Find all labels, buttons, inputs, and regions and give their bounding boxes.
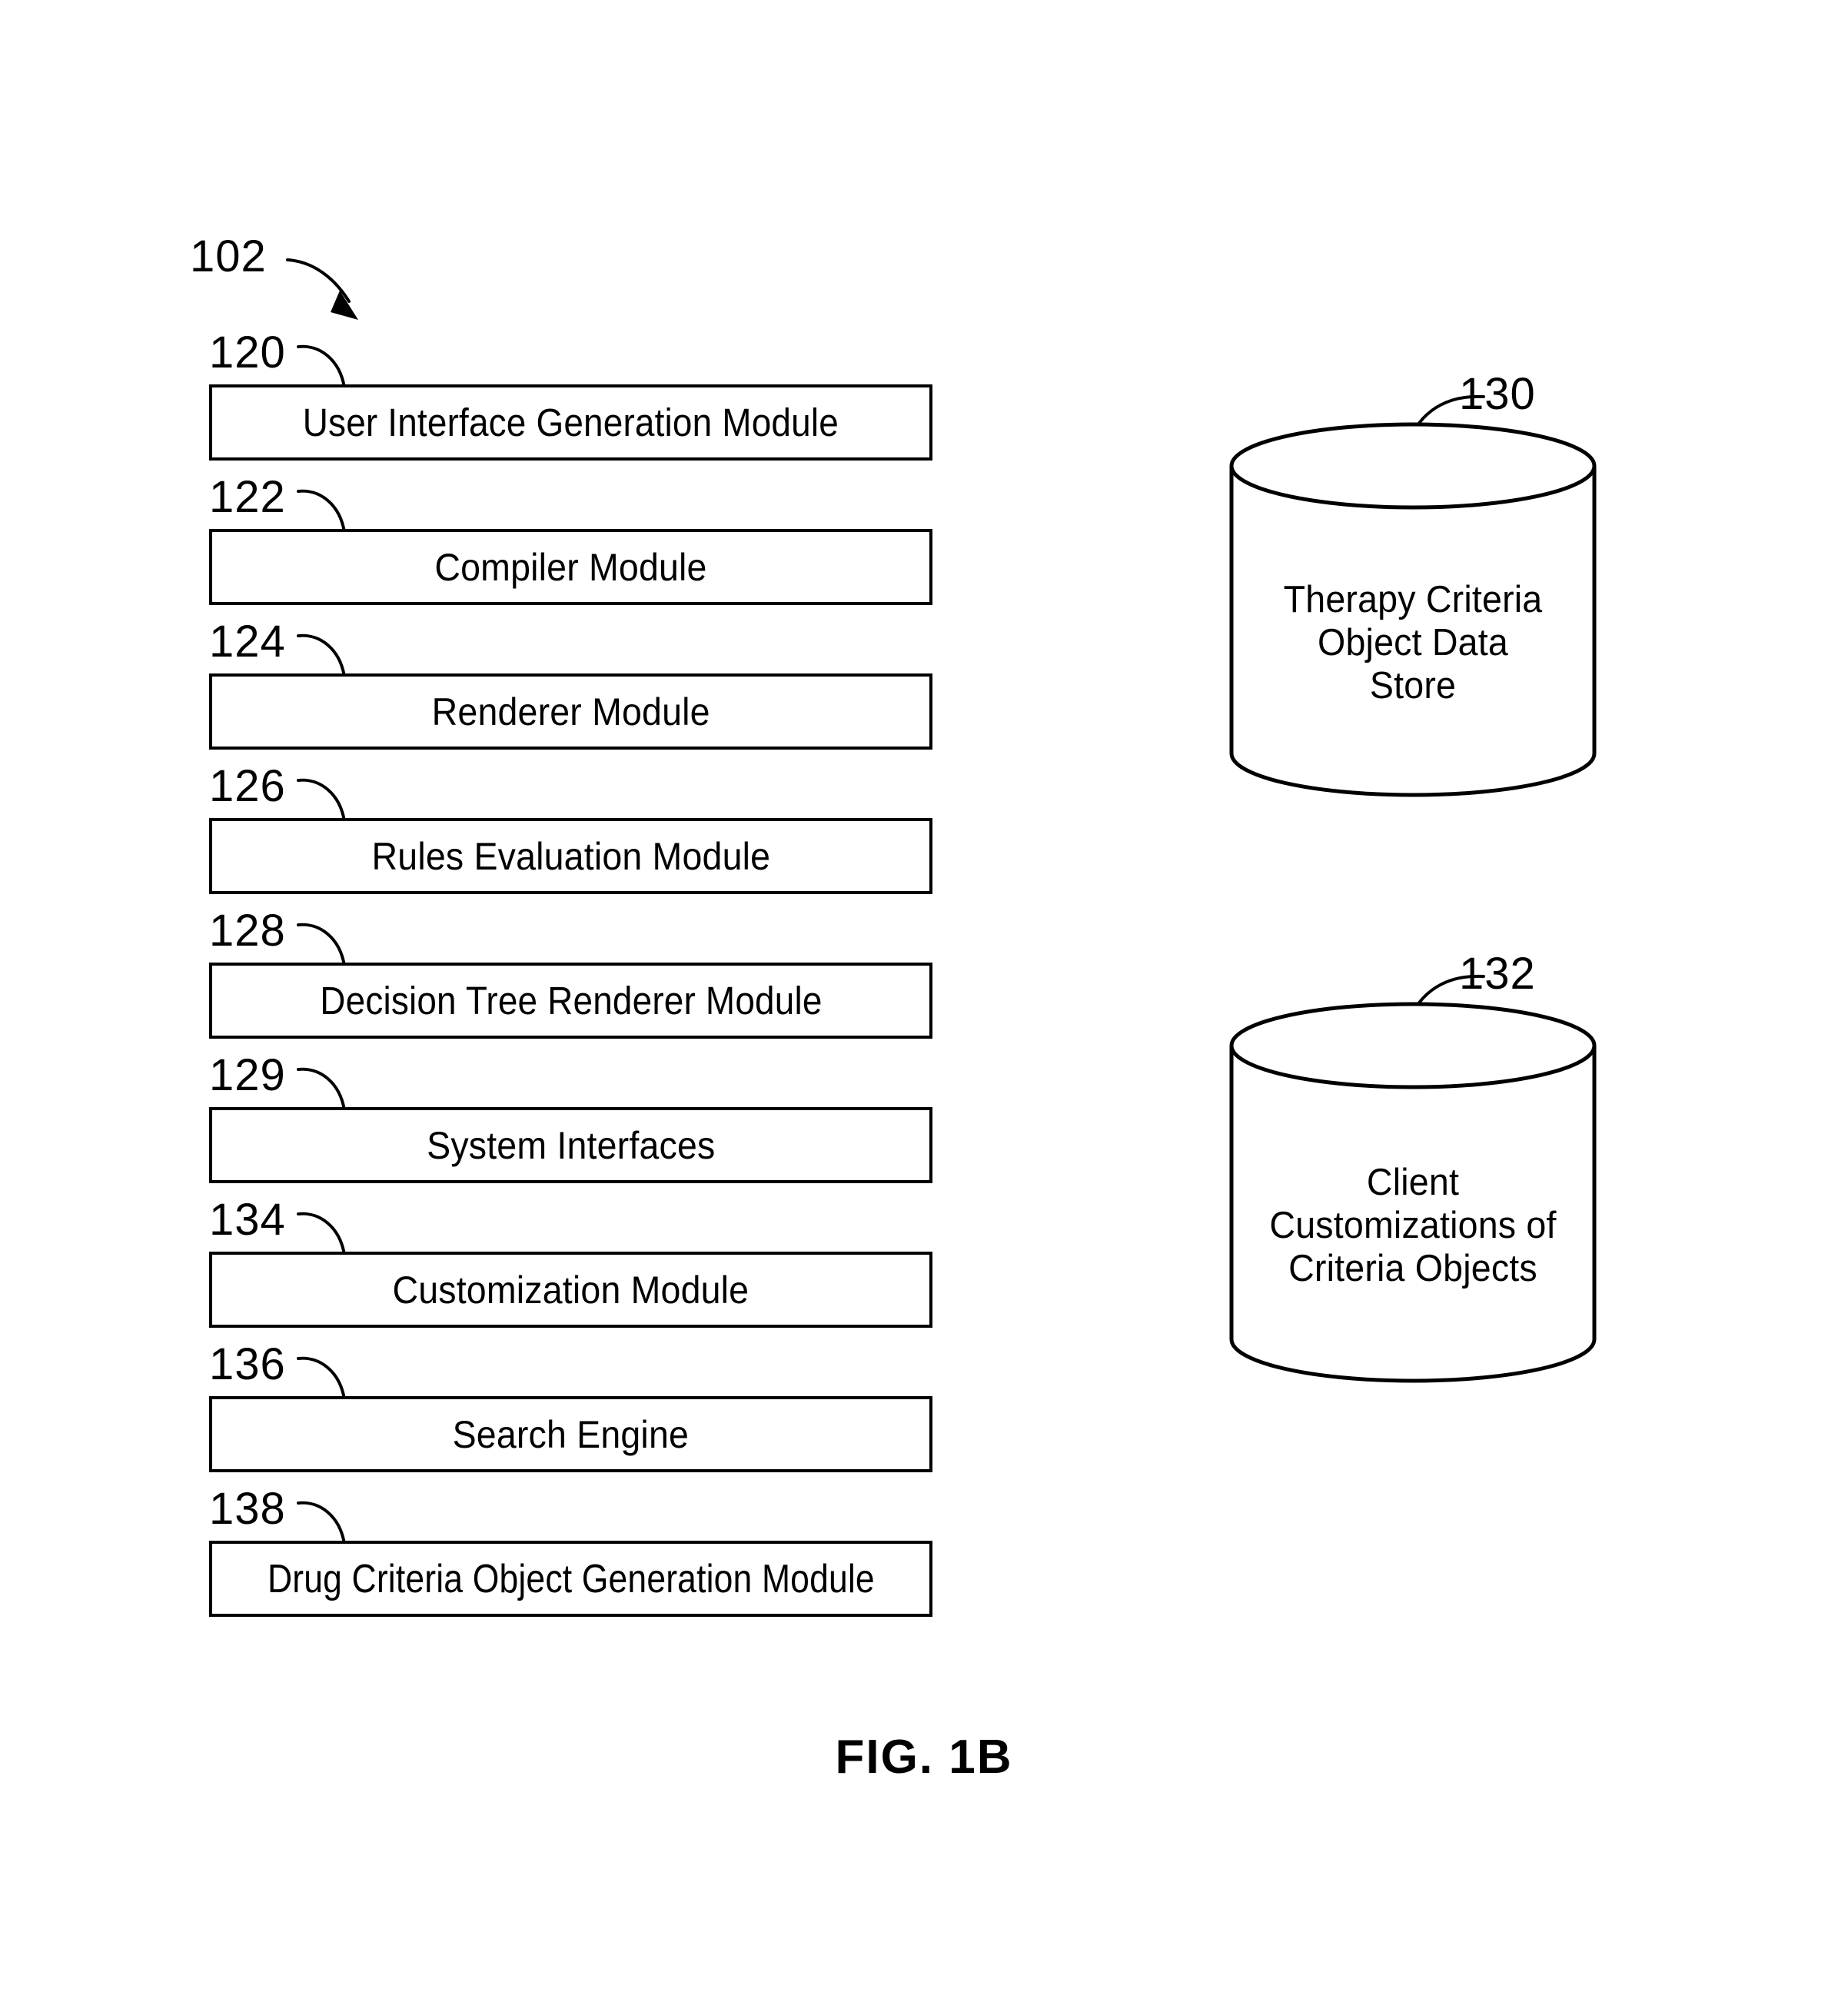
module-box-system-interfaces[interactable]: System Interfaces: [209, 1107, 932, 1183]
module-label: Compiler Module: [434, 545, 707, 589]
leader-line-124: [297, 634, 346, 678]
data-store-client-customizations[interactable]: Client Customizations of Criteria Object…: [1228, 1001, 1597, 1385]
module-label: User Interface Generation Module: [302, 400, 839, 444]
reference-numeral-129: 129: [209, 1050, 286, 1100]
module-box-customization[interactable]: Customization Module: [209, 1252, 932, 1328]
module-label: Drug Criteria Object Generation Module: [267, 1556, 875, 1601]
leader-line-134: [297, 1212, 346, 1256]
reference-numeral-126: 126: [209, 761, 286, 811]
leader-line-129: [297, 1067, 346, 1112]
data-store-label: Client Customizations of Criteria Object…: [1269, 1162, 1557, 1289]
reference-numeral-124: 124: [209, 617, 286, 667]
reference-numeral-136: 136: [209, 1339, 286, 1389]
data-store-therapy-criteria[interactable]: Therapy Criteria Object Data Store: [1228, 421, 1597, 798]
leader-line-136: [297, 1356, 346, 1401]
figure-caption: FIG. 1B: [835, 1731, 1013, 1784]
leader-line-126: [297, 778, 346, 823]
module-box-user-interface-generation[interactable]: User Interface Generation Module: [209, 384, 932, 461]
leader-line-120: [297, 344, 346, 389]
leader-line-128: [297, 923, 346, 967]
module-box-compiler[interactable]: Compiler Module: [209, 529, 932, 605]
module-label: Customization Module: [392, 1268, 750, 1312]
module-label: Decision Tree Renderer Module: [319, 978, 823, 1023]
module-label: Renderer Module: [431, 690, 710, 733]
leader-arrow-102: [286, 258, 358, 320]
reference-numeral-130: 130: [1459, 369, 1536, 419]
reference-numeral-102: 102: [190, 231, 267, 281]
module-box-drug-criteria-object-generation[interactable]: Drug Criteria Object Generation Module: [209, 1541, 932, 1617]
reference-numeral-128: 128: [209, 906, 286, 956]
reference-numeral-132: 132: [1459, 949, 1536, 999]
module-label: System Interfaces: [426, 1123, 716, 1167]
module-box-search-engine[interactable]: Search Engine: [209, 1396, 932, 1472]
module-label: Rules Evaluation Module: [371, 834, 770, 878]
module-box-renderer[interactable]: Renderer Module: [209, 673, 932, 750]
reference-numeral-120: 120: [209, 328, 286, 377]
reference-numeral-138: 138: [209, 1484, 286, 1534]
leader-line-122: [297, 489, 346, 534]
data-store-label: Therapy Criteria Object Data Store: [1283, 579, 1543, 707]
module-box-decision-tree-renderer[interactable]: Decision Tree Renderer Module: [209, 963, 932, 1039]
leader-line-138: [297, 1501, 346, 1545]
module-box-rules-evaluation[interactable]: Rules Evaluation Module: [209, 818, 932, 894]
module-label: Search Engine: [452, 1412, 690, 1456]
reference-numeral-134: 134: [209, 1195, 286, 1245]
reference-numeral-122: 122: [209, 472, 286, 522]
patent-figure-page: 102 120 User Interface Generation Module…: [0, 0, 1848, 1992]
